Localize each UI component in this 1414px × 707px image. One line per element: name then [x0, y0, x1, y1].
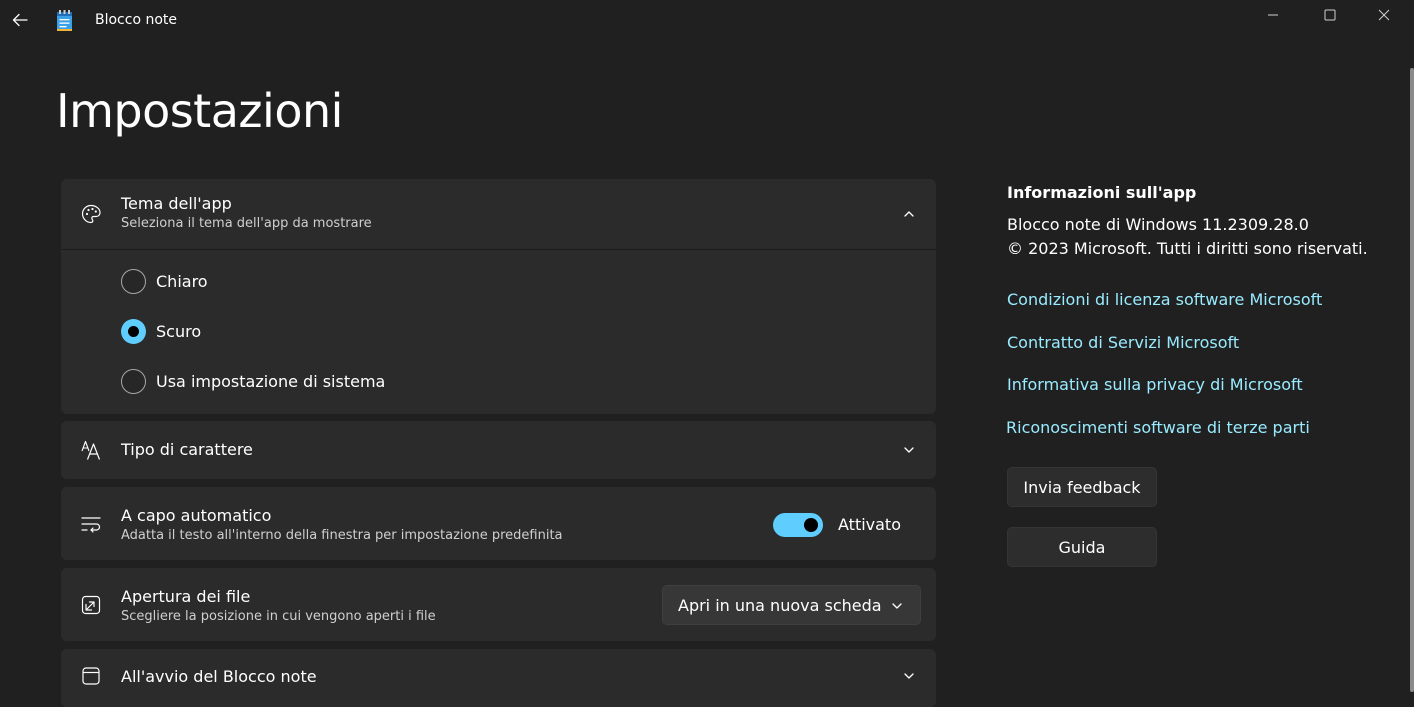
- theme-option-dark[interactable]: Scuro: [121, 318, 201, 344]
- title-bar: Blocco note: [0, 0, 1414, 40]
- radio-button[interactable]: [121, 318, 146, 344]
- help-button[interactable]: Guida: [1007, 527, 1157, 567]
- close-icon: [1378, 9, 1390, 21]
- chevron-up-icon[interactable]: [902, 207, 916, 221]
- theme-options: Chiaro Scuro Usa impostazione di sistema: [61, 249, 936, 414]
- radio-button[interactable]: [121, 268, 146, 294]
- notepad-app-icon: [57, 10, 72, 31]
- minimize-icon: [1268, 14, 1278, 16]
- about-title: Informazioni sull'app: [1007, 183, 1197, 202]
- app-version: Blocco note di Windows 11.2309.28.0: [1007, 215, 1309, 234]
- word-wrap-toggle[interactable]: [773, 513, 823, 537]
- font-icon: [81, 440, 101, 460]
- radio-label: Chiaro: [156, 271, 208, 291]
- file-open-title: Apertura dei file: [121, 587, 251, 606]
- radio-button[interactable]: [121, 368, 146, 394]
- word-wrap-setting-card: A capo automatico Adatta il testo all'in…: [61, 487, 936, 560]
- font-title: Tipo di carattere: [121, 440, 253, 459]
- theme-subtitle: Seleziona il tema dell'app da mostrare: [121, 216, 372, 231]
- startup-setting-card[interactable]: All'avvio del Blocco note: [61, 649, 936, 707]
- chevron-down-icon[interactable]: [902, 669, 916, 683]
- theme-option-light[interactable]: Chiaro: [121, 268, 208, 294]
- palette-icon: [81, 204, 101, 223]
- minimize-button[interactable]: [1243, 0, 1303, 30]
- close-button[interactable]: [1354, 0, 1414, 30]
- theme-card-header[interactable]: Tema dell'app Seleziona il tema dell'app…: [61, 179, 936, 248]
- back-button[interactable]: [6, 6, 34, 34]
- theme-setting-card: Tema dell'app Seleziona il tema dell'app…: [61, 179, 936, 414]
- toggle-state-label: Attivato: [838, 515, 901, 534]
- font-setting-card[interactable]: Tipo di carattere: [61, 421, 936, 479]
- send-feedback-button[interactable]: Invia feedback: [1007, 467, 1157, 507]
- toggle-knob: [804, 518, 818, 532]
- word-wrap-subtitle: Adatta il testo all'interno della finest…: [121, 528, 563, 543]
- page-title: Impostazioni: [56, 84, 343, 138]
- arrow-left-icon: [12, 13, 28, 27]
- window-icon: [82, 667, 100, 685]
- app-title: Blocco note: [95, 12, 178, 28]
- file-open-setting-card: Apertura dei file Scegliere la posizione…: [61, 568, 936, 641]
- copyright-text: © 2023 Microsoft. Tutti i diritti sono r…: [1007, 239, 1368, 258]
- file-open-dropdown[interactable]: Apri in una nuova scheda: [662, 585, 921, 625]
- open-in-new-icon: [81, 595, 101, 614]
- word-wrap-title: A capo automatico: [121, 506, 272, 525]
- text-wrap-icon: [81, 516, 101, 533]
- license-terms-link[interactable]: Condizioni di licenza software Microsoft: [1007, 290, 1322, 309]
- startup-title: All'avvio del Blocco note: [121, 667, 317, 686]
- services-agreement-link[interactable]: Contratto di Servizi Microsoft: [1007, 333, 1239, 352]
- chevron-down-icon[interactable]: [902, 443, 916, 457]
- scrollbar[interactable]: [1410, 68, 1414, 692]
- privacy-statement-link[interactable]: Informativa sulla privacy di Microsoft: [1007, 375, 1303, 394]
- file-open-subtitle: Scegliere la posizione in cui vengono ap…: [121, 609, 436, 624]
- third-party-notices-link[interactable]: Riconoscimenti software di terze parti: [1006, 418, 1310, 437]
- radio-label: Scuro: [156, 321, 202, 341]
- dropdown-selected-value: Apri in una nuova scheda: [678, 596, 882, 615]
- theme-option-system[interactable]: Usa impostazione di sistema: [121, 368, 385, 394]
- theme-title: Tema dell'app: [121, 194, 232, 213]
- maximize-button[interactable]: [1300, 0, 1360, 30]
- maximize-icon: [1324, 9, 1336, 21]
- chevron-down-icon: [892, 603, 902, 609]
- radio-label: Usa impostazione di sistema: [156, 371, 386, 391]
